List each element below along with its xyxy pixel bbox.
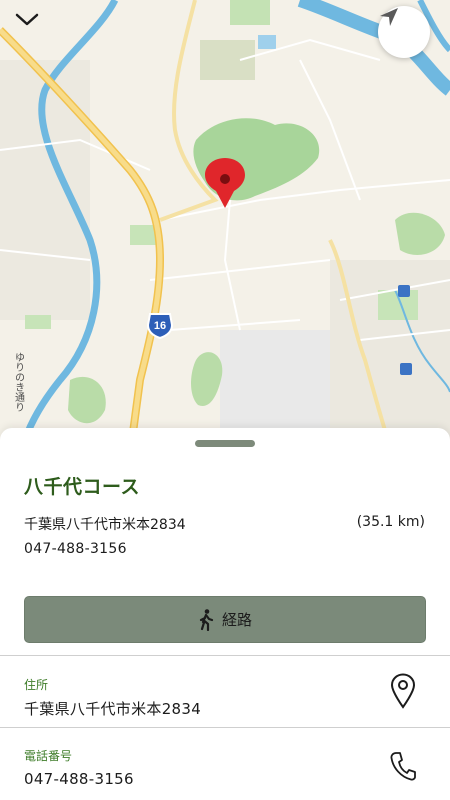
map-view[interactable]: 16 ゆりのき通り xyxy=(0,0,450,440)
phone-icon[interactable] xyxy=(388,748,418,784)
collapse-sheet-button[interactable] xyxy=(14,12,54,48)
sheet-grabber[interactable] xyxy=(195,440,255,447)
location-arrow-icon xyxy=(380,8,398,26)
walking-person-icon xyxy=(199,608,214,631)
my-location-button[interactable] xyxy=(378,6,430,58)
phone-section-label: 電話番号 xyxy=(24,749,73,763)
place-phone: 047-488-3156 xyxy=(24,541,127,557)
divider xyxy=(0,727,450,728)
place-detail-sheet: 八千代コース 千葉県八千代市米本2834 (35.1 km) 047-488-3… xyxy=(0,428,450,800)
place-address: 千葉県八千代市米本2834 xyxy=(24,517,186,533)
map-graphic: 16 ゆりのき通り xyxy=(0,0,450,440)
street-label: ゆりのき通り xyxy=(13,352,25,412)
route-button[interactable]: 経路 xyxy=(24,596,426,643)
divider xyxy=(0,655,450,656)
route-button-label: 経路 xyxy=(221,611,252,629)
place-distance: (35.1 km) xyxy=(356,514,425,530)
map-marker-outline-icon[interactable] xyxy=(388,673,418,709)
map-pin-icon[interactable] xyxy=(204,158,246,210)
phone-section-value: 047-488-3156 xyxy=(24,770,134,788)
place-name: 八千代コース xyxy=(24,476,141,498)
chevron-down-icon xyxy=(15,13,39,26)
address-section-label: 住所 xyxy=(24,678,49,692)
address-section-value: 千葉県八千代市米本2834 xyxy=(24,700,202,718)
route-shield-number: 16 xyxy=(154,320,166,332)
